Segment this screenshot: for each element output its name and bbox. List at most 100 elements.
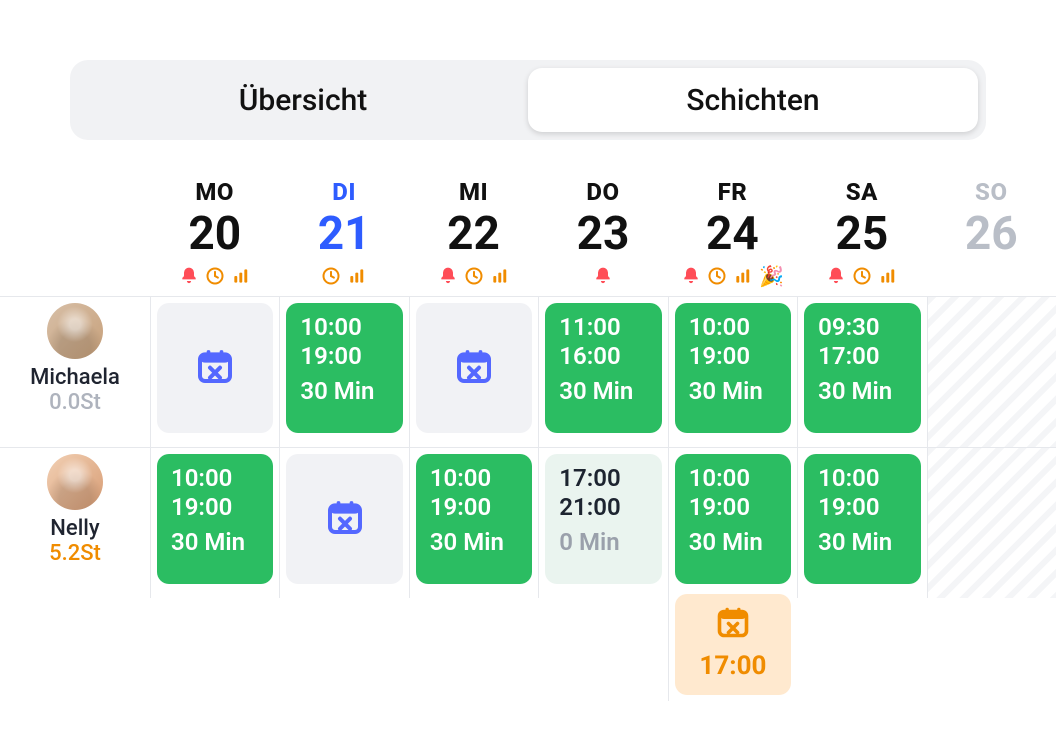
shift-break-duration: 30 Min <box>559 377 649 406</box>
shift-card[interactable]: 10:00 19:00 30 Min <box>675 454 791 584</box>
shift-start-time: 17:00 <box>559 464 649 493</box>
bell-icon <box>681 266 701 286</box>
shift-card[interactable]: 10:00 19:00 30 Min <box>157 454 273 584</box>
shift-start-time: 10:00 <box>171 464 261 493</box>
party-popper-icon: 🎉 <box>759 266 784 286</box>
grid-cell[interactable] <box>927 297 1056 447</box>
shift-start-time: 10:00 <box>300 313 390 342</box>
day-number: 24 <box>668 210 797 258</box>
grid-cell[interactable] <box>927 448 1056 598</box>
day-of-week-label: MI <box>409 178 538 206</box>
tab-shifts[interactable]: Schichten <box>528 68 978 132</box>
shift-end-time: 19:00 <box>689 342 779 371</box>
bell-icon <box>438 266 458 286</box>
shift-card[interactable]: 17:00 21:00 0 Min <box>545 454 661 584</box>
shift-break-duration: 30 Min <box>689 377 779 406</box>
employee-hours: 5.2St <box>0 541 150 566</box>
calendar-x-icon <box>454 346 494 390</box>
avatar <box>47 454 103 510</box>
shift-end-time: 17:00 <box>818 342 908 371</box>
day-header[interactable]: MI 22 <box>409 160 538 296</box>
grid-cell[interactable]: 10:00 19:00 30 Min <box>279 297 408 447</box>
employee-hours: 0.0St <box>0 390 150 415</box>
day-number: 22 <box>409 210 538 258</box>
day-header[interactable]: SA 25 <box>797 160 926 296</box>
grid-cell[interactable] <box>150 297 279 447</box>
grid-cell[interactable]: 11:00 16:00 30 Min <box>538 297 667 447</box>
shift-end-time: 19:00 <box>171 493 261 522</box>
grid-cell[interactable]: 10:00 19:00 30 Min <box>409 448 538 598</box>
day-header[interactable]: DO 23 <box>538 160 667 296</box>
day-number: 23 <box>538 210 667 258</box>
shift-card[interactable]: 10:00 19:00 30 Min <box>286 303 402 433</box>
day-indicators <box>538 264 667 288</box>
clock-icon <box>852 266 872 286</box>
grid-cell[interactable]: 10:00 19:00 30 Min <box>668 297 797 447</box>
bell-icon <box>826 266 846 286</box>
grid-cell[interactable]: 17:00 21:00 0 Min <box>538 448 667 598</box>
day-header[interactable]: MO 20 <box>150 160 279 296</box>
shift-end-time: 19:00 <box>818 493 908 522</box>
busy-placeholder[interactable] <box>157 303 273 433</box>
bars-icon <box>733 266 753 286</box>
clock-icon <box>464 266 484 286</box>
calendar-x-icon <box>325 497 365 541</box>
day-number: 26 <box>927 210 1056 258</box>
shift-grid: MO 20 DI 21 MI 22 DO 23 <box>0 160 1056 701</box>
view-segmented-control: Übersicht Schichten <box>70 60 986 140</box>
shift-start-time: 11:00 <box>559 313 649 342</box>
shift-card[interactable]: 10:00 19:00 30 Min <box>804 454 920 584</box>
shift-card[interactable]: 09:30 17:00 30 Min <box>804 303 920 433</box>
bars-icon <box>878 266 898 286</box>
day-of-week-label: DI <box>279 178 408 206</box>
shift-break-duration: 30 Min <box>689 528 779 557</box>
calendar-x-icon <box>715 604 751 651</box>
shift-break-duration: 30 Min <box>300 377 390 406</box>
shift-end-time: 19:00 <box>430 493 520 522</box>
clock-icon <box>205 266 225 286</box>
day-indicators <box>150 264 279 288</box>
shift-card[interactable]: 10:00 19:00 30 Min <box>416 454 532 584</box>
calendar-x-icon <box>195 346 235 390</box>
grid-cell[interactable] <box>279 448 408 598</box>
shift-card[interactable]: 11:00 16:00 30 Min <box>545 303 661 433</box>
day-of-week-label: SA <box>797 178 926 206</box>
shift-break-duration: 30 Min <box>818 528 908 557</box>
employee-name: Nelly <box>0 516 150 541</box>
grid-cell[interactable] <box>409 297 538 447</box>
grid-cell[interactable]: 10:00 19:00 30 Min <box>797 448 926 598</box>
day-indicators <box>927 264 1056 288</box>
day-of-week-label: FR <box>668 178 797 206</box>
shift-break-duration: 30 Min <box>171 528 261 557</box>
shift-start-time: 10:00 <box>689 464 779 493</box>
day-header[interactable]: FR 24 🎉 <box>668 160 797 296</box>
shift-break-duration: 30 Min <box>430 528 520 557</box>
shift-end-time: 19:00 <box>300 342 390 371</box>
employee-cell[interactable]: Michaela 0.0St <box>0 297 150 415</box>
bell-icon <box>179 266 199 286</box>
employee-cell[interactable]: Nelly 5.2St <box>0 448 150 566</box>
shift-start-time: 10:00 <box>430 464 520 493</box>
busy-placeholder[interactable] <box>286 454 402 584</box>
extra-shift-card[interactable]: 17:00 <box>675 594 791 695</box>
day-indicators: 🎉 <box>668 264 797 288</box>
shift-start-time: 09:30 <box>818 313 908 342</box>
avatar <box>47 303 103 359</box>
busy-placeholder[interactable] <box>416 303 532 433</box>
grid-cell[interactable]: 10:00 19:00 30 Min <box>150 448 279 598</box>
shift-break-duration: 0 Min <box>559 528 649 557</box>
day-header[interactable]: SO 26 <box>927 160 1056 296</box>
clock-icon <box>707 266 727 286</box>
shift-end-time: 16:00 <box>559 342 649 371</box>
day-indicators <box>279 264 408 288</box>
grid-cell[interactable]: 10:00 19:00 30 Min 17:00 <box>668 448 797 701</box>
day-number: 21 <box>279 210 408 258</box>
day-of-week-label: SO <box>927 178 1056 206</box>
tab-overview[interactable]: Übersicht <box>78 68 528 132</box>
day-header[interactable]: DI 21 <box>279 160 408 296</box>
grid-cell[interactable]: 09:30 17:00 30 Min <box>797 297 926 447</box>
shift-end-time: 21:00 <box>559 493 649 522</box>
bars-icon <box>347 266 367 286</box>
shift-card[interactable]: 10:00 19:00 30 Min <box>675 303 791 433</box>
day-of-week-label: MO <box>150 178 279 206</box>
